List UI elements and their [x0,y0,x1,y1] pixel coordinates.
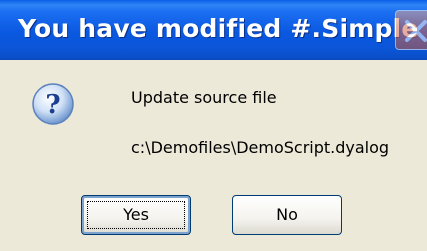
message-text: Update source file [131,88,277,107]
file-path-text: c:\Demofiles\DemoScript.dyalog [131,138,390,157]
title-bar[interactable]: You have modified #.Simple [0,0,427,60]
no-button-label: No [276,205,298,224]
close-button[interactable] [395,10,427,50]
dialog-title: You have modified #.Simple [18,14,419,43]
yes-button[interactable]: Yes [81,195,191,235]
yes-button-label: Yes [123,205,149,224]
dialog-window: You have modified #.Simple ? Update sour… [0,0,427,251]
close-icon [405,20,427,42]
question-icon: ? [32,83,74,125]
no-button[interactable]: No [232,195,342,235]
svg-text:?: ? [45,90,60,120]
